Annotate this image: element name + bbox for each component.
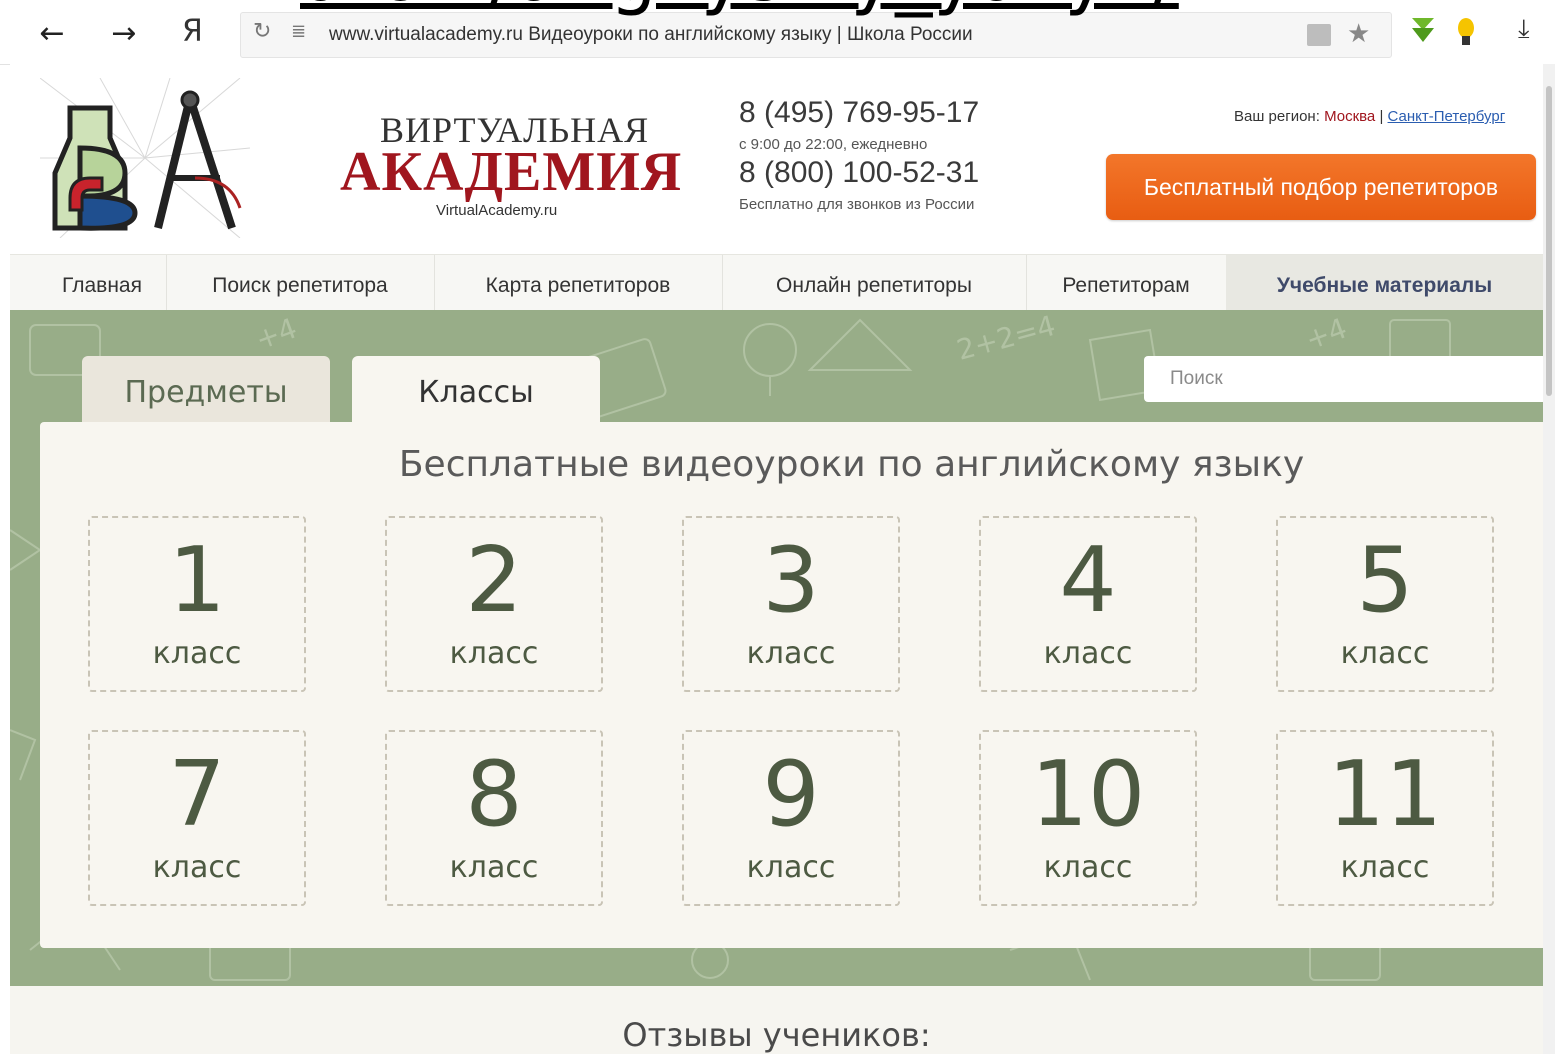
grade-number: 5: [1356, 528, 1414, 633]
main-nav: Главная Поиск репетитора Карта репетитор…: [10, 254, 1543, 312]
forward-arrow-icon[interactable]: →: [104, 14, 144, 54]
chalkboard-section: 2+2=4 +4 +4 Предметы Классы Бесплатные в…: [10, 310, 1543, 986]
grade-label: класс: [1043, 850, 1133, 885]
svg-text:+4: +4: [1301, 311, 1351, 356]
download-extension-icon[interactable]: [1406, 14, 1440, 48]
grade-number: 10: [1030, 742, 1146, 847]
grade-card-4[interactable]: 4 класс: [979, 516, 1197, 692]
grade-label: класс: [746, 636, 836, 671]
nav-item-study-materials[interactable]: Учебные материалы: [1226, 255, 1543, 311]
tab-classes[interactable]: Классы: [352, 356, 600, 426]
phone-hours-note: с 9:00 до 22:00, ежедневно: [739, 136, 928, 153]
download-icon[interactable]: ⤓: [1518, 14, 1530, 45]
grade-card-2[interactable]: 2 класс: [385, 516, 603, 692]
grade-label: класс: [1043, 636, 1133, 671]
logo-title-line2: АКАДЕМИЯ: [340, 141, 683, 203]
reviews-heading: Отзывы учеников:: [622, 1016, 931, 1054]
svg-text:2+2=4: 2+2=4: [953, 310, 1058, 367]
reader-mode-icon[interactable]: ≣: [291, 21, 306, 42]
region-label: Ваш регион:: [1234, 108, 1320, 125]
nav-item-for-tutors[interactable]: Репетиторам: [1026, 255, 1227, 311]
region-link-spb[interactable]: Санкт-Петербург: [1388, 108, 1506, 125]
grade-card-9[interactable]: 9 класс: [682, 730, 900, 906]
grade-label: класс: [449, 636, 539, 671]
logo-domain: VirtualAcademy.ru: [436, 202, 558, 219]
free-tutor-selection-button[interactable]: Бесплатный подбор репетиторов: [1106, 154, 1536, 220]
grade-card-5[interactable]: 5 класс: [1276, 516, 1494, 692]
reload-icon[interactable]: ↻: [253, 19, 271, 44]
grade-number: 4: [1059, 528, 1117, 633]
back-arrow-icon[interactable]: ←: [32, 14, 72, 54]
phone-tollfree-note: Бесплатно для звонков из России: [739, 196, 975, 213]
grade-label: класс: [1340, 636, 1430, 671]
nav-item-online-tutors[interactable]: Онлайн репетиторы: [722, 255, 1027, 311]
grade-number: 3: [762, 528, 820, 633]
page-scrollbar[interactable]: [1543, 64, 1555, 1054]
grade-label: класс: [449, 850, 539, 885]
grade-number: 11: [1327, 742, 1443, 847]
region-separator: |: [1379, 108, 1384, 125]
grade-card-3[interactable]: 3 класс: [682, 516, 900, 692]
nav-item-tutor-map[interactable]: Карта репетиторов: [434, 255, 723, 311]
grade-label: класс: [1340, 850, 1430, 885]
phone-moscow[interactable]: 8 (495) 769-95-17: [739, 96, 979, 130]
site-header: ВИРТУАЛЬНАЯ АКАДЕМИЯ VirtualAcademy.ru 8…: [10, 64, 1543, 254]
page-url-title[interactable]: www.virtualacademy.ru Видеоуроки по англ…: [329, 24, 973, 46]
region-current[interactable]: Москва: [1324, 108, 1375, 125]
grade-number: 2: [465, 528, 523, 633]
grade-number: 9: [762, 742, 820, 847]
grade-card-7[interactable]: 7 класс: [88, 730, 306, 906]
grades-panel: Бесплатные видеоуроки по английскому язы…: [40, 422, 1543, 948]
region-selector: Ваш регион: Москва | Санкт-Петербург: [1234, 108, 1505, 125]
academy-logo-icon[interactable]: [40, 78, 250, 238]
address-bar[interactable]: ↻ ≣ www.virtualacademy.ru Видеоуроки по …: [240, 12, 1392, 58]
grade-label: класс: [746, 850, 836, 885]
nav-item-home[interactable]: Главная: [38, 255, 167, 311]
grade-number: 1: [168, 528, 226, 633]
grade-card-1[interactable]: 1 класс: [88, 516, 306, 692]
grade-label: класс: [152, 850, 242, 885]
page-title: Бесплатные видеоуроки по английскому язы…: [398, 444, 1305, 485]
star-icon[interactable]: ★: [1347, 19, 1370, 49]
lock-icon[interactable]: [1307, 24, 1331, 46]
grade-card-10[interactable]: 10 класс: [979, 730, 1197, 906]
svg-text:+4: +4: [251, 311, 301, 356]
grade-number: 8: [465, 742, 523, 847]
bulb-extension-icon[interactable]: [1456, 18, 1476, 48]
scrollbar-thumb[interactable]: [1546, 86, 1552, 396]
browser-toolbar: ← → Я ↻ ≣ www.virtualacademy.ru Видеоуро…: [0, 0, 1555, 65]
yandex-icon[interactable]: Я: [182, 12, 203, 52]
reviews-section: Отзывы учеников:: [10, 986, 1543, 1054]
grade-label: класс: [152, 636, 242, 671]
grade-card-11[interactable]: 11 класс: [1276, 730, 1494, 906]
grade-number: 7: [168, 742, 226, 847]
search-input[interactable]: [1144, 356, 1543, 402]
tab-subjects[interactable]: Предметы: [82, 356, 330, 422]
nav-item-tutor-search[interactable]: Поиск репетитора: [166, 255, 435, 311]
grade-card-8[interactable]: 8 класс: [385, 730, 603, 906]
phone-tollfree[interactable]: 8 (800) 100-52-31: [739, 156, 979, 190]
